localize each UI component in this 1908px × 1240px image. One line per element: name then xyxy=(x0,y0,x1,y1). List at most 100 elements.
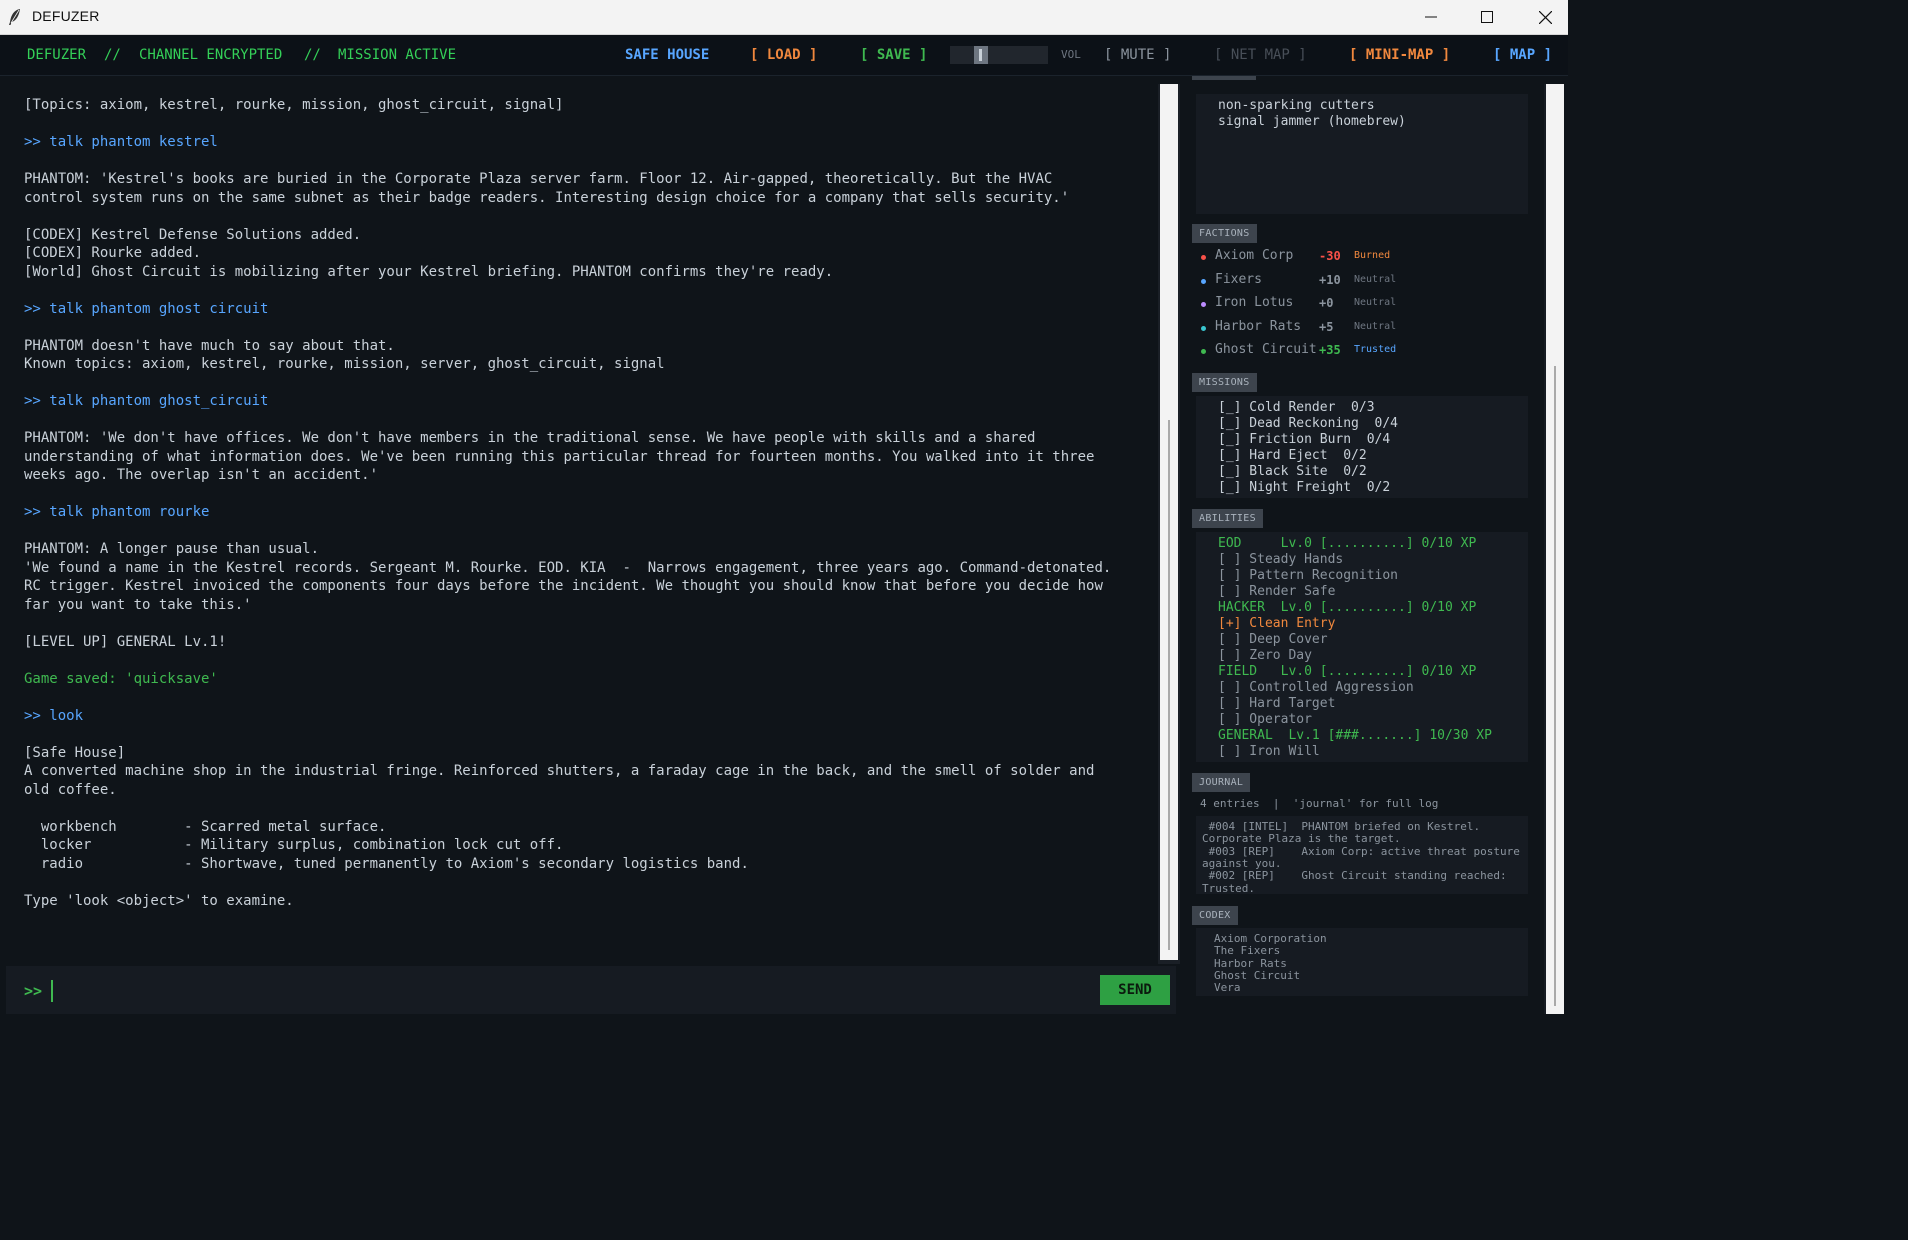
maximize-icon xyxy=(1481,11,1493,23)
ability-item[interactable]: [ ] Iron Will xyxy=(1218,744,1320,759)
status-bar: DEFUZER // CHANNEL ENCRYPTED // MISSION … xyxy=(0,35,1568,76)
maximize-button[interactable] xyxy=(1459,0,1515,34)
output-line: Known topics: axiom, kestrel, rourke, mi… xyxy=(24,356,665,372)
mini-map-button[interactable]: [ MINI-MAP ] xyxy=(1349,47,1450,63)
journal-header: JOURNAL xyxy=(1192,773,1251,792)
output-scrollbar[interactable] xyxy=(1160,84,1178,960)
net-map-button[interactable]: [ NET MAP ] xyxy=(1214,47,1307,63)
window-title: DEFUZER xyxy=(32,8,100,24)
faction-dot xyxy=(1201,349,1206,354)
sidebar-scrollbar[interactable] xyxy=(1546,84,1564,1014)
volume-slider[interactable] xyxy=(950,46,1048,64)
output-line: locker - Military surplus, combination l… xyxy=(24,837,564,853)
faction-status: Trusted xyxy=(1354,344,1397,355)
output-line: Type 'look <object>' to examine. xyxy=(24,892,294,909)
output-line: Game saved: 'quicksave' xyxy=(24,670,218,687)
mission-item[interactable]: [_] Black Site 0/2 xyxy=(1218,464,1367,479)
close-button[interactable] xyxy=(1517,0,1573,34)
faction-name: Axiom Corp xyxy=(1215,248,1294,263)
abilities-panel: EOD Lv.0 [..........] 0/10 XP[ ] Steady … xyxy=(1196,532,1528,762)
journal-entry: Corporate Plaza is the target. xyxy=(1202,832,1401,846)
output-line: old coffee. xyxy=(24,781,117,798)
send-button[interactable]: SEND xyxy=(1100,975,1170,1005)
ability-item[interactable]: [ ] Pattern Recognition xyxy=(1218,568,1398,583)
faction-dot xyxy=(1201,278,1206,284)
separator: // xyxy=(304,47,321,63)
faction-name: Fixers xyxy=(1215,271,1262,287)
window-titlebar: DEFUZER xyxy=(0,0,1568,35)
codex-entry[interactable]: Ghost Circuit xyxy=(1214,969,1300,982)
mission-item[interactable]: [_] Dead Reckoning 0/4 xyxy=(1218,416,1398,431)
codex-entry[interactable]: Vera xyxy=(1214,981,1241,994)
journal-entry: Trusted. xyxy=(1202,881,1255,895)
mission-item[interactable]: [_] Friction Burn 0/4 xyxy=(1218,432,1390,447)
missions-panel: [_] Cold Render 0/3 [_] Dead Reckoning 0/… xyxy=(1196,396,1528,498)
load-button[interactable]: [ LOAD ] xyxy=(750,47,817,63)
output-line: [World] Ghost Circuit is mobilizing afte… xyxy=(24,263,834,280)
command-echo: >> talk phantom kestrel xyxy=(24,134,218,150)
ability-item[interactable]: [ ] Steady Hands xyxy=(1218,552,1343,567)
faction-standing: +5 xyxy=(1319,319,1334,334)
output-line: far you want to take this.' xyxy=(24,596,252,613)
factions-header: FACTIONS xyxy=(1192,224,1257,243)
ability-tree: EOD Lv.0 [..........] 0/10 XP xyxy=(1218,536,1477,551)
console-output: [Topics: axiom, kestrel, rourke, mission… xyxy=(24,96,1152,956)
journal-entry: #004 [INTEL] PHANTOM briefed on Kestrel. xyxy=(1202,820,1481,833)
volume-slider-handle[interactable] xyxy=(974,46,988,64)
mission-item[interactable]: [_] Cold Render 0/3 xyxy=(1218,400,1375,415)
output-line: PHANTOM doesn't have much to say about t… xyxy=(24,337,395,354)
codex-entry[interactable]: Harbor Rats xyxy=(1214,957,1287,970)
ability-item[interactable]: [ ] Operator xyxy=(1218,712,1312,727)
location-label: SAFE HOUSE xyxy=(625,47,710,63)
channel-status: CHANNEL ENCRYPTED xyxy=(139,47,283,63)
command-echo: >> talk phantom ghost circuit xyxy=(24,300,269,317)
mission-item[interactable]: [_] Hard Eject 0/2 xyxy=(1218,448,1367,463)
inventory-item: signal jammer (homebrew) xyxy=(1218,114,1406,129)
ability-item[interactable]: [ ] Deep Cover xyxy=(1218,632,1328,647)
map-button[interactable]: [ MAP ] xyxy=(1493,47,1552,63)
journal-entry: #002 [REP] Ghost Circuit standing reache… xyxy=(1202,869,1507,883)
inventory-header xyxy=(1192,76,1256,80)
journal-entry: against you. xyxy=(1202,856,1282,870)
codex-entry[interactable]: Axiom Corporation xyxy=(1214,932,1327,945)
command-echo: >> talk phantom rourke xyxy=(24,504,210,520)
faction-status: Neutral xyxy=(1354,297,1397,308)
output-line: control system runs on the same subnet a… xyxy=(24,189,1070,206)
faction-dot xyxy=(1201,302,1206,307)
codex-header: CODEX xyxy=(1192,906,1238,925)
faction-status: Neutral xyxy=(1354,273,1397,285)
output-line: A converted machine shop in the industri… xyxy=(24,763,1095,779)
codex-entry[interactable]: The Fixers xyxy=(1214,944,1280,957)
inventory-item: non-sparking cutters xyxy=(1218,98,1375,113)
save-button[interactable]: [ SAVE ] xyxy=(860,47,927,63)
command-input[interactable] xyxy=(50,978,1080,1004)
output-line: understanding of what information does. … xyxy=(24,448,1095,465)
mission-item[interactable]: [_] Night Freight 0/2 xyxy=(1218,480,1390,495)
ability-item[interactable]: [ ] Hard Target xyxy=(1218,696,1335,711)
ability-item[interactable]: [ ] Render Safe xyxy=(1218,584,1335,599)
output-line: [Safe House] xyxy=(24,744,126,761)
faction-name: Ghost Circuit xyxy=(1215,342,1317,357)
output-line: [Topics: axiom, kestrel, rourke, mission… xyxy=(24,97,564,113)
close-icon xyxy=(1538,10,1552,24)
faction-dot xyxy=(1201,255,1206,260)
minimize-button[interactable] xyxy=(1403,0,1459,34)
faction-name: Iron Lotus xyxy=(1215,295,1294,310)
ability-item[interactable]: [ ] Controlled Aggression xyxy=(1218,680,1414,695)
mute-button[interactable]: [ MUTE ] xyxy=(1104,47,1171,63)
ability-item[interactable]: [+] Clean Entry xyxy=(1218,616,1335,631)
output-line: RC trigger. Kestrel invoiced the compone… xyxy=(24,578,1103,594)
journal-entry: #003 [REP] Axiom Corp: active threat pos… xyxy=(1202,844,1520,858)
prompt-symbol: >> xyxy=(24,982,43,1000)
faction-name: Harbor Rats xyxy=(1215,318,1302,334)
missions-header: MISSIONS xyxy=(1192,373,1257,392)
codex-panel: Axiom Corporation The Fixers Harbor Rats Gh… xyxy=(1196,928,1528,996)
ability-item[interactable]: [ ] Zero Day xyxy=(1218,648,1312,663)
